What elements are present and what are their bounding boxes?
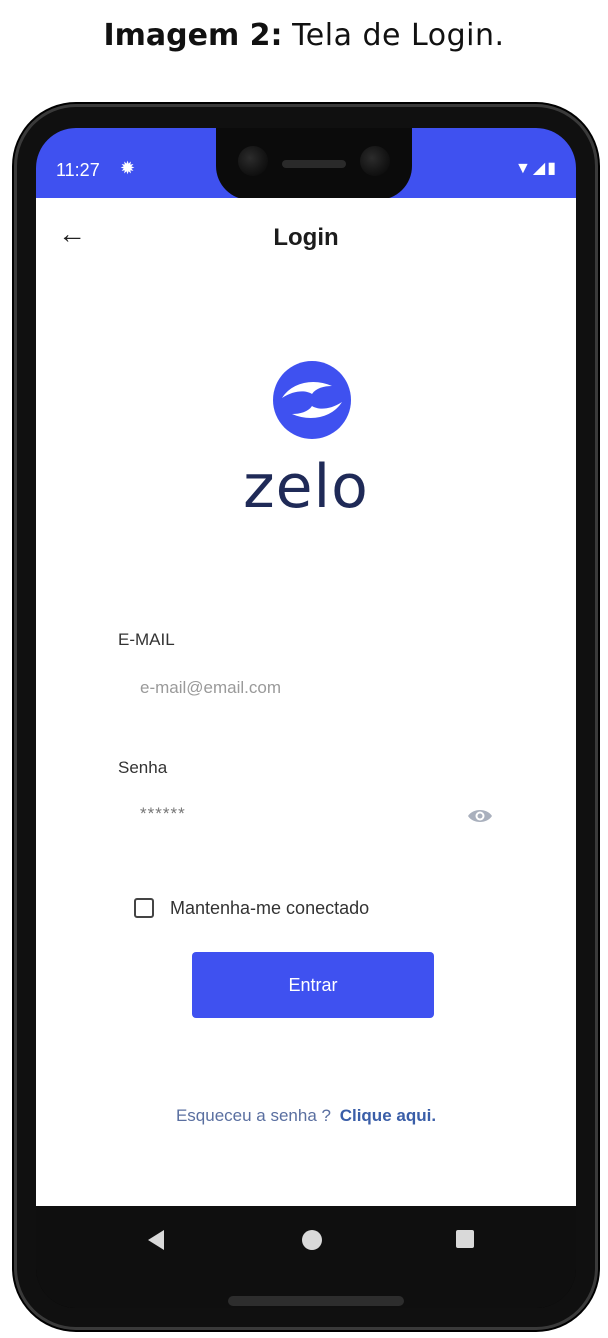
settings-icon: ✹ (120, 158, 136, 178)
image-caption: Imagem 2: Tela de Login. (0, 18, 608, 53)
show-password-eye-icon[interactable] (466, 806, 494, 826)
login-screen: ← Login zelo E-MAIL Senha ****** Mantenh… (36, 198, 576, 1206)
page-title: Login (273, 224, 339, 251)
login-button-label: Entrar (288, 974, 338, 995)
caption-text: Tela de Login. (292, 18, 505, 53)
nav-recent-apps-icon[interactable] (456, 1230, 474, 1248)
phone-screen-area: 11:27 ✹ ▼◢▮ ← Login zelo E-MAIL Senha **… (36, 128, 576, 1308)
caption-label: Imagem 2: (103, 18, 283, 53)
zelo-logo-icon (273, 361, 351, 439)
phone-frame: 11:27 ✹ ▼◢▮ ← Login zelo E-MAIL Senha **… (14, 104, 598, 1330)
remember-me-label[interactable]: Mantenha-me conectado (170, 898, 369, 919)
signal-icon: ◢ (532, 160, 548, 177)
nav-back-icon[interactable] (148, 1230, 164, 1250)
nav-home-icon[interactable] (302, 1230, 322, 1250)
password-input[interactable]: ****** (140, 804, 440, 828)
forgot-password-link[interactable]: Clique aqui. (340, 1106, 436, 1125)
front-camera-icon (238, 146, 268, 176)
front-sensor-icon (360, 146, 390, 176)
remember-me-checkbox[interactable] (134, 898, 154, 918)
earpiece-speaker (282, 160, 346, 168)
status-time: 11:27 (56, 160, 100, 180)
android-nav-bar (36, 1206, 576, 1308)
login-button[interactable]: Entrar (192, 952, 434, 1018)
logo-circle (273, 361, 351, 439)
wifi-icon: ▼ (515, 160, 533, 177)
battery-icon: ▮ (547, 160, 558, 177)
camera-notch (216, 128, 412, 200)
email-label: E-MAIL (118, 630, 175, 649)
email-input[interactable] (140, 676, 460, 700)
logo-wordmark: zelo (243, 452, 369, 522)
status-icons: ▼◢▮ (515, 158, 558, 178)
forgot-password-text: Esqueceu a senha ? (175, 1106, 331, 1125)
password-label: Senha (118, 758, 168, 777)
forgot-password: Esqueceu a senha ? Clique aqui. (36, 1106, 576, 1126)
eye-pupil (477, 813, 483, 819)
bottom-speaker-grille (228, 1296, 404, 1306)
